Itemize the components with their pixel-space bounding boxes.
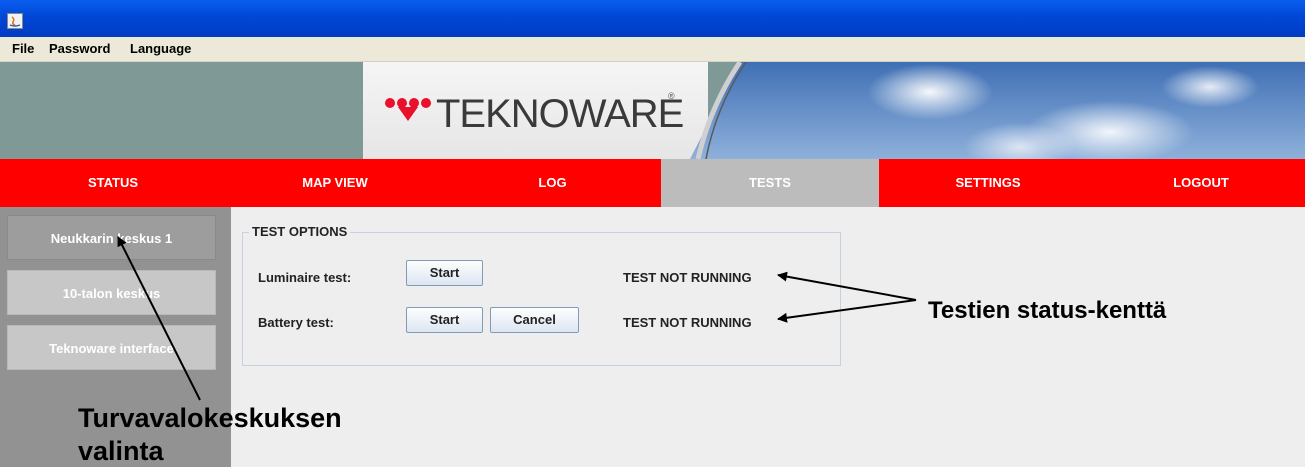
center-select-annotation-line1: Turvavalokeskuksen bbox=[78, 403, 342, 433]
luminaire-status-text: TEST NOT RUNNING bbox=[623, 270, 752, 285]
logo-text: TEKNOWARE bbox=[436, 92, 684, 136]
luminaire-start-button[interactable]: Start bbox=[406, 260, 483, 286]
menu-language[interactable]: Language bbox=[130, 41, 191, 56]
window-title-bar bbox=[0, 0, 1305, 37]
battery-start-button[interactable]: Start bbox=[406, 307, 483, 333]
tab-log[interactable]: LOG bbox=[444, 159, 661, 207]
java-app-icon[interactable] bbox=[7, 13, 23, 29]
main-nav: STATUS MAP VIEW LOG TESTS SETTINGS LOGOU… bbox=[0, 159, 1305, 207]
luminaire-test-label: Luminaire test: bbox=[258, 270, 352, 285]
sidebar-item-neukkarin-keskus-1[interactable]: Neukkarin keskus 1 bbox=[7, 215, 216, 260]
banner-arc-decoration bbox=[695, 62, 747, 159]
test-options-title: TEST OPTIONS bbox=[249, 224, 351, 239]
center-select-annotation-line2: valinta bbox=[78, 436, 164, 466]
menu-password[interactable]: Password bbox=[49, 41, 110, 56]
menu-bar: File Password Language bbox=[0, 37, 1305, 62]
sidebar-item-10-talon-keskus[interactable]: 10-talon keskus bbox=[7, 270, 216, 315]
teknoware-logo-icon bbox=[385, 98, 431, 121]
battery-cancel-button[interactable]: Cancel bbox=[490, 307, 579, 333]
menu-file[interactable]: File bbox=[12, 41, 34, 56]
tab-status[interactable]: STATUS bbox=[0, 159, 226, 207]
tab-tests[interactable]: TESTS bbox=[661, 159, 879, 207]
sky-image bbox=[690, 62, 1305, 159]
test-options-panel bbox=[242, 232, 841, 366]
battery-test-label: Battery test: bbox=[258, 315, 334, 330]
tab-map-view[interactable]: MAP VIEW bbox=[226, 159, 444, 207]
tab-settings[interactable]: SETTINGS bbox=[879, 159, 1097, 207]
battery-status-text: TEST NOT RUNNING bbox=[623, 315, 752, 330]
status-field-annotation: Testien status-kenttä bbox=[928, 297, 1167, 324]
sidebar-item-teknoware-interface[interactable]: Teknoware interface bbox=[7, 325, 216, 370]
logo-registered-mark: ® bbox=[668, 91, 675, 101]
tab-logout[interactable]: LOGOUT bbox=[1097, 159, 1305, 207]
